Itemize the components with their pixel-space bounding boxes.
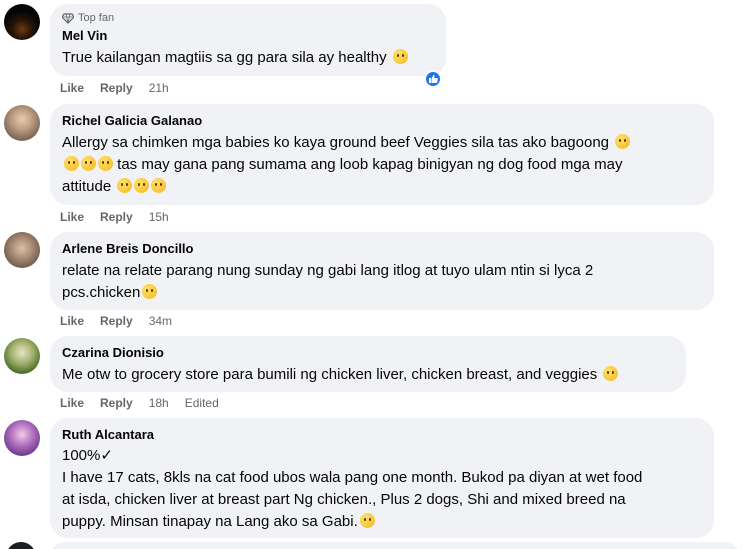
- edited-label[interactable]: Edited: [185, 396, 219, 410]
- comment-actions: Like Reply 15h: [60, 210, 169, 224]
- avatar[interactable]: [4, 232, 40, 268]
- like-button[interactable]: Like: [60, 81, 84, 95]
- emoji-icon: [98, 156, 113, 171]
- comment-bubble: [50, 542, 740, 549]
- avatar[interactable]: [4, 4, 40, 40]
- comment-text: Allergy sa chimken mga babies ko kaya gr…: [62, 132, 702, 198]
- emoji-icon: [64, 156, 79, 171]
- comment-actions: Like Reply 21h: [60, 81, 169, 95]
- comment-text: Me otw to grocery store para bumili ng c…: [62, 364, 674, 386]
- reply-button[interactable]: Reply: [100, 210, 133, 224]
- comment-bubble: Top fan Mel Vin True kailangan magtiis s…: [50, 4, 446, 76]
- avatar[interactable]: [4, 105, 40, 141]
- comment-bubble: Arlene Breis Doncillo relate na relate p…: [50, 232, 714, 310]
- comment-actions: Like Reply 18h Edited: [60, 396, 219, 410]
- diamond-icon: [62, 12, 74, 24]
- reply-button[interactable]: Reply: [100, 81, 133, 95]
- commenter-name[interactable]: Richel Galicia Galanao: [62, 112, 702, 129]
- comment-text: 100%✓ I have 17 cats, 8kls na cat food u…: [62, 447, 643, 530]
- avatar[interactable]: [4, 338, 40, 374]
- emoji-icon: [151, 178, 167, 193]
- emoji-icon: [603, 366, 619, 381]
- emoji-icon: [142, 284, 158, 299]
- reply-button[interactable]: Reply: [100, 396, 133, 410]
- top-fan-badge: Top fan: [62, 11, 434, 25]
- comment-bubble: Richel Galicia Galanao Allergy sa chimke…: [50, 104, 714, 205]
- emoji-icon: [359, 513, 375, 528]
- commenter-name[interactable]: Ruth Alcantara: [62, 426, 702, 443]
- comment-bubble: Czarina Dionisio Me otw to grocery store…: [50, 336, 686, 392]
- timestamp[interactable]: 34m: [149, 314, 172, 328]
- like-button[interactable]: Like: [60, 396, 84, 410]
- commenter-name[interactable]: Arlene Breis Doncillo: [62, 240, 702, 257]
- comment-actions: Like Reply 34m: [60, 314, 172, 328]
- emoji-icon: [392, 49, 408, 64]
- commenter-name[interactable]: Czarina Dionisio: [62, 344, 674, 361]
- comment-bubble: Ruth Alcantara 100%✓ I have 17 cats, 8kl…: [50, 418, 714, 538]
- comment-text: True kailangan magtiis sa gg para sila a…: [62, 47, 434, 69]
- emoji-icon: [615, 134, 631, 149]
- like-button[interactable]: Like: [60, 210, 84, 224]
- emoji-icon: [81, 156, 96, 171]
- avatar[interactable]: [6, 542, 36, 549]
- like-reaction-icon[interactable]: [424, 70, 442, 88]
- avatar[interactable]: [4, 420, 40, 456]
- timestamp[interactable]: 21h: [149, 81, 169, 95]
- timestamp[interactable]: 15h: [149, 210, 169, 224]
- like-button[interactable]: Like: [60, 314, 84, 328]
- top-fan-label: Top fan: [78, 12, 115, 24]
- reply-button[interactable]: Reply: [100, 314, 133, 328]
- emoji-icon: [117, 178, 133, 193]
- emoji-icon: [134, 178, 150, 193]
- comment-text: relate na relate parang nung sunday ng g…: [62, 262, 594, 301]
- timestamp[interactable]: 18h: [149, 396, 169, 410]
- commenter-name[interactable]: Mel Vin: [62, 27, 434, 44]
